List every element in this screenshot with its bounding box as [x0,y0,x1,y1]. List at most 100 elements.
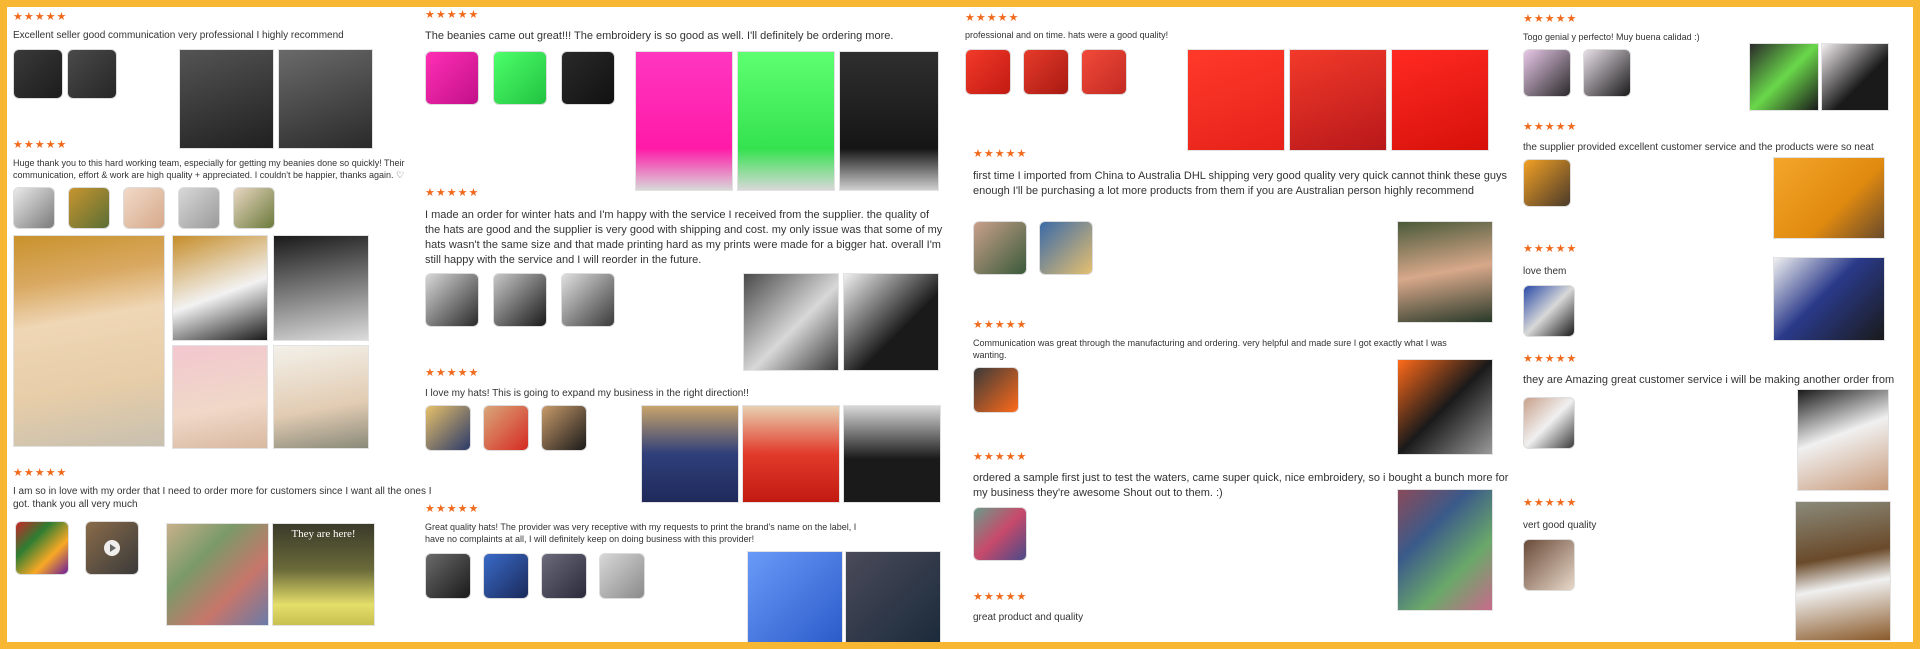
review-thumbnail[interactable] [67,49,117,99]
review-text: love them [1523,266,1567,277]
review-photo[interactable] [839,51,939,191]
review-photo[interactable] [843,273,939,371]
star-rating: ★★★★★ [425,9,480,21]
review-thumbnail[interactable] [599,553,645,599]
review-photo[interactable] [1187,49,1285,151]
review-photo[interactable] [1773,157,1885,239]
review-thumbnail[interactable] [493,273,547,327]
review-thumbnail[interactable] [965,49,1011,95]
review-thumbnail[interactable] [973,507,1027,561]
review-photo[interactable] [845,551,941,642]
review-thumbnail[interactable] [1023,49,1069,95]
star-rating: ★★★★★ [973,319,1028,331]
review-photo[interactable] [1397,221,1493,323]
review-photo[interactable] [1795,501,1891,641]
review-thumbnail[interactable] [178,187,220,229]
review-thumbnail[interactable] [1039,221,1093,275]
review-text: vert good quality [1523,520,1597,531]
review-photo[interactable] [747,551,843,642]
review-photo[interactable] [278,49,373,149]
star-rating: ★★★★★ [1523,497,1578,509]
review-thumbnail[interactable] [1523,539,1575,591]
review-photo[interactable] [172,235,268,341]
play-icon [104,540,120,556]
review-thumbnail[interactable] [483,553,529,599]
review-thumbnail[interactable] [123,187,165,229]
review-thumbnail[interactable] [1523,49,1571,97]
review-photo[interactable] [13,235,165,447]
review-thumbnail[interactable] [13,49,63,99]
review-text: first time I imported from China to Aust… [973,170,1507,197]
review-photo[interactable] [179,49,274,149]
review-photo[interactable] [1821,43,1889,111]
review-photo[interactable] [1797,389,1889,491]
review-thumbnail[interactable] [561,51,615,105]
review-collage: ★★★★★ Excellent seller good communicatio… [0,0,1920,649]
review-thumbnail[interactable] [973,221,1027,275]
review-photo[interactable] [635,51,733,191]
star-rating: ★★★★★ [425,187,480,199]
star-rating: ★★★★★ [1523,121,1578,133]
review-photo[interactable] [743,273,839,371]
review-photo[interactable] [166,523,269,626]
review-photo[interactable] [843,405,941,503]
star-rating: ★★★★★ [1523,13,1578,25]
review-photo[interactable] [641,405,739,503]
star-rating: ★★★★★ [1523,353,1578,365]
review-photo[interactable] [1391,49,1489,151]
review-thumbnail[interactable] [425,553,471,599]
star-rating: ★★★★★ [973,148,1028,160]
star-rating: ★★★★★ [13,467,68,479]
review-text: I am so in love with my order that I nee… [13,486,432,510]
review-video-thumbnail[interactable] [85,521,139,575]
review-thumbnail[interactable] [1523,397,1575,449]
review-photo[interactable] [737,51,835,191]
review-thumbnail[interactable] [425,51,479,105]
review-thumbnail[interactable] [493,51,547,105]
review-photo[interactable] [1397,489,1493,611]
star-rating: ★★★★★ [1523,243,1578,255]
review-text: they are Amazing great customer service … [1523,374,1895,386]
review-text: Togo genial y perfecto! Muy buena calida… [1523,32,1700,42]
review-text: The beanies came out great!!! The embroi… [425,30,894,42]
review-text: the supplier provided excellent customer… [1523,142,1874,153]
review-thumbnail[interactable] [425,405,471,451]
review-thumbnail[interactable] [15,521,69,575]
review-text: Communication was great through the manu… [973,338,1447,360]
review-text: I love my hats! This is going to expand … [425,388,749,399]
review-photo[interactable] [742,405,840,503]
review-photo[interactable]: They are here! [272,523,375,626]
star-rating: ★★★★★ [425,367,480,379]
review-thumbnail[interactable] [541,405,587,451]
review-text: Excellent seller good communication very… [13,30,344,41]
review-thumbnail[interactable] [1081,49,1127,95]
review-photo[interactable] [1289,49,1387,151]
review-thumbnail[interactable] [1583,49,1631,97]
review-thumbnail[interactable] [541,553,587,599]
review-photo[interactable] [273,345,369,449]
review-thumbnail[interactable] [1523,285,1575,337]
review-photo[interactable] [1749,43,1819,111]
star-rating: ★★★★★ [973,451,1028,463]
star-rating: ★★★★★ [973,591,1028,603]
review-photo[interactable] [1397,359,1493,455]
review-thumbnail[interactable] [1523,159,1571,207]
star-rating: ★★★★★ [425,503,480,515]
star-rating: ★★★★★ [13,139,68,151]
review-text: professional and on time. hats were a go… [965,30,1169,40]
star-rating: ★★★★★ [13,11,68,23]
review-photo[interactable] [172,345,268,449]
review-thumbnail[interactable] [561,273,615,327]
review-thumbnail[interactable] [973,367,1019,413]
review-thumbnail[interactable] [425,273,479,327]
review-photo[interactable] [273,235,369,341]
review-photo[interactable] [1773,257,1885,341]
review-thumbnail[interactable] [483,405,529,451]
review-thumbnail[interactable] [233,187,275,229]
review-text: Huge thank you to this hard working team… [13,158,405,180]
photo-caption: They are here! [291,528,356,540]
review-thumbnail[interactable] [13,187,55,229]
star-rating: ★★★★★ [965,12,1020,24]
review-text: Great quality hats! The provider was ver… [425,522,857,544]
review-thumbnail[interactable] [68,187,110,229]
